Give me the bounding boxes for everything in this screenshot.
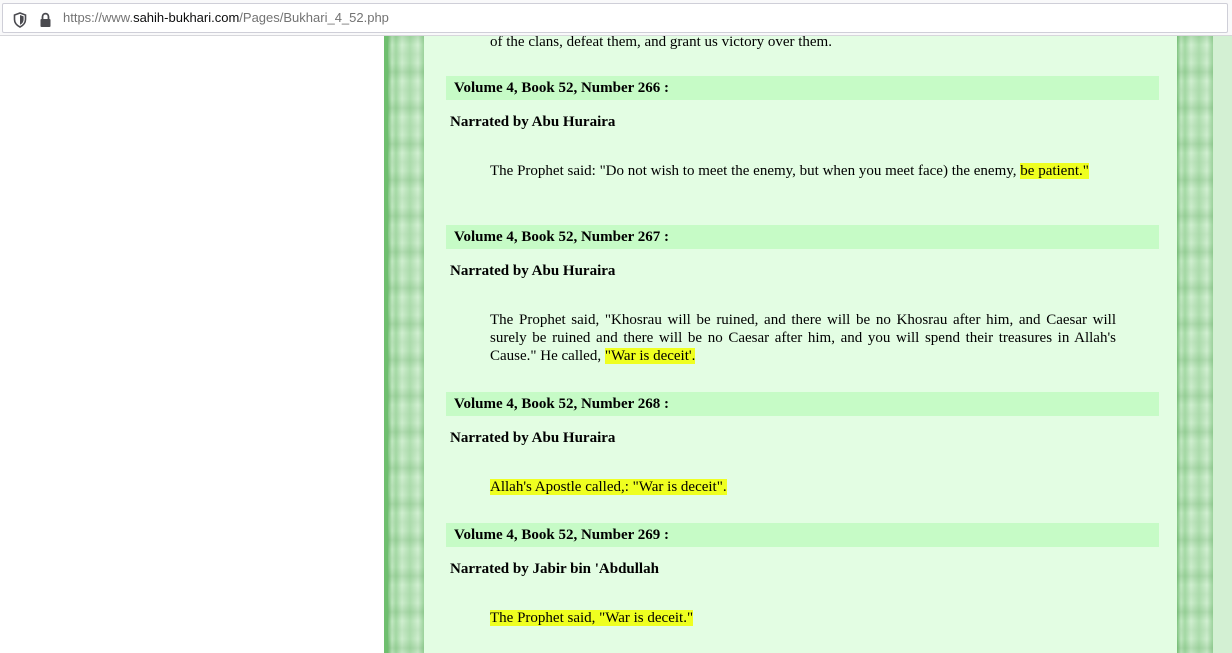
narrator: Narrated by Abu Huraira [450, 430, 616, 446]
highlighted-text: "War is deceit'. [604, 348, 696, 364]
hadith-header: Volume 4, Book 52, Number 267 : [446, 225, 1159, 249]
decorative-border-left [388, 36, 424, 653]
hadith-text: The Prophet said, "Khosrau will be ruine… [490, 311, 1116, 365]
right-edge [1213, 36, 1232, 653]
url-text[interactable]: https://www.sahih-bukhari.com/Pages/Bukh… [63, 10, 389, 25]
hadith-header: Volume 4, Book 52, Number 266 : [446, 76, 1159, 100]
hadith-text: The Prophet said, "War is deceit." [490, 609, 1116, 627]
narrator: Narrated by Jabir bin 'Abdullah [450, 561, 659, 577]
url-prefix: https://www. [63, 10, 134, 25]
url-domain: sahih-bukhari.com [133, 10, 240, 25]
page-column: of the clans, defeat them, and grant us … [384, 36, 1232, 653]
hadith-text-plain: The Prophet said: "Do not wish to meet t… [490, 163, 1021, 179]
url-path: /Pages/Bukhari_4_52.php [239, 10, 389, 25]
address-bar[interactable]: https://www.sahih-bukhari.com/Pages/Bukh… [2, 3, 1228, 33]
hadith-text: Allah's Apostle called,: "War is deceit"… [490, 478, 1116, 496]
hadith-header: Volume 4, Book 52, Number 268 : [446, 392, 1159, 416]
narrator: Narrated by Abu Huraira [450, 114, 616, 130]
decorative-border-right [1177, 36, 1213, 653]
shield-icon[interactable] [13, 12, 27, 28]
hadith-text: The Prophet said: "Do not wish to meet t… [490, 162, 1116, 180]
highlighted-text: Allah's Apostle called,: "War is deceit"… [490, 479, 727, 495]
previous-hadith-text: of the clans, defeat them, and grant us … [490, 36, 832, 50]
highlighted-text: be patient." [1020, 163, 1089, 179]
narrator: Narrated by Abu Huraira [450, 263, 616, 279]
lock-icon[interactable] [39, 12, 52, 28]
hadith-text-plain: The Prophet said, "Khosrau will be ruine… [490, 312, 1116, 364]
hadith-header: Volume 4, Book 52, Number 269 : [446, 523, 1159, 547]
browser-toolbar: https://www.sahih-bukhari.com/Pages/Bukh… [0, 0, 1232, 36]
highlighted-text: The Prophet said, "War is deceit." [490, 610, 694, 626]
